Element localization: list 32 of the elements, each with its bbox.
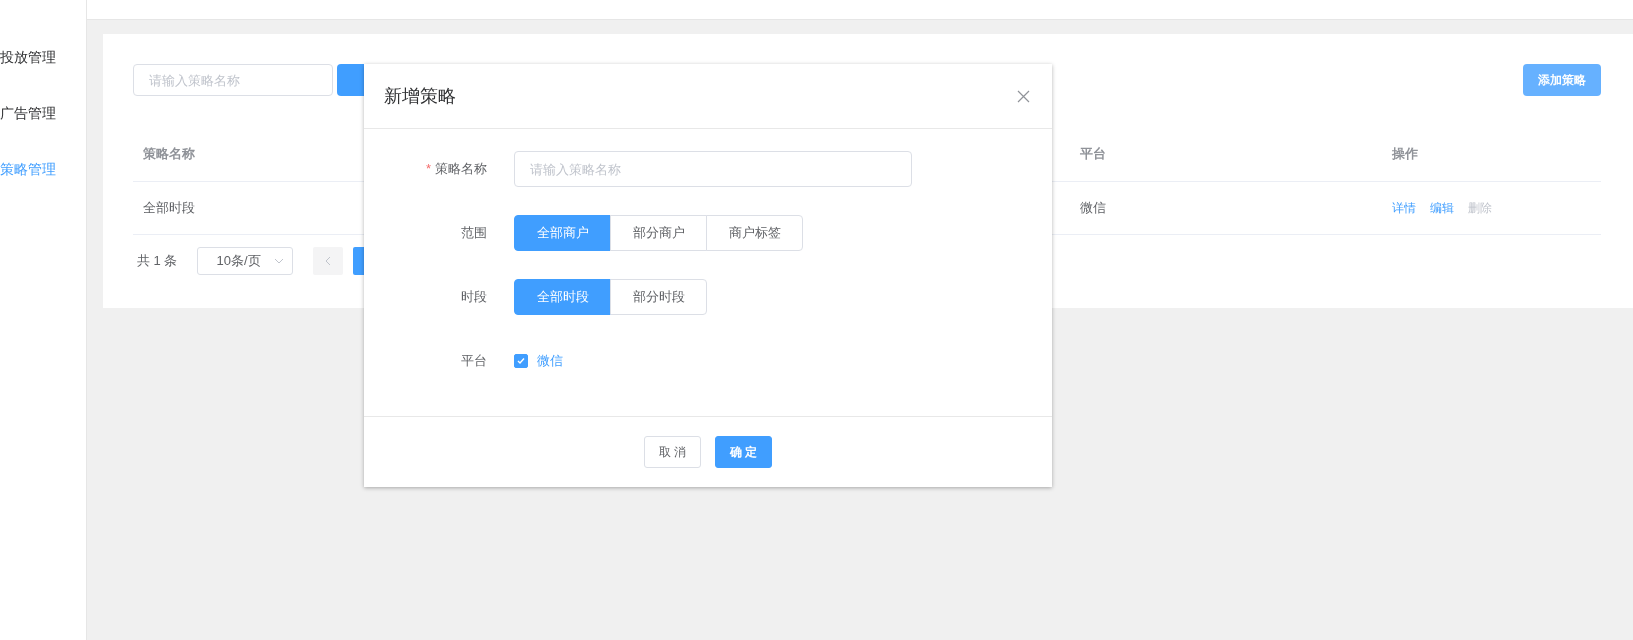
action-link[interactable]: 编辑 [1430, 199, 1454, 217]
segment-option[interactable]: 全部商户 [514, 215, 611, 251]
chevron-down-icon [274, 258, 285, 264]
column-header: 操作 [1382, 126, 1601, 182]
field-label: 时段 [460, 288, 488, 306]
segment-option[interactable]: 商户标签 [706, 215, 803, 251]
check-icon [516, 356, 526, 366]
action-link[interactable]: 详情 [1392, 199, 1416, 217]
table-cell: 全部时段 [143, 199, 195, 217]
total-count: 共 1 条 [137, 252, 178, 270]
dialog-title: 新增策略 [384, 85, 456, 108]
strategy-name-field[interactable]: 请输入策略名称 [514, 151, 912, 187]
table-cell: 微信 [1080, 199, 1106, 217]
segment-option[interactable]: 全部时段 [514, 279, 611, 315]
field-label: * 策略名称 [424, 160, 488, 178]
search-field[interactable]: 请输入策略名称 [133, 64, 333, 96]
segment-option[interactable]: 部分时段 [610, 279, 707, 315]
checkbox-label[interactable]: 微信 [537, 352, 563, 370]
confirm-button[interactable]: 确 定 [715, 436, 773, 468]
column-header: 平台 [1070, 126, 1382, 182]
sidebar-item[interactable]: 广告管理 [0, 101, 86, 125]
field-label: 平台 [460, 352, 488, 370]
add-strategy-button[interactable]: 添加策略 [1523, 64, 1601, 96]
sidebar-item[interactable]: 策略管理 [0, 157, 86, 181]
checkbox[interactable] [514, 354, 528, 368]
field-label: 范围 [460, 224, 488, 242]
cancel-button[interactable]: 取 消 [643, 436, 701, 468]
close-icon[interactable] [1017, 89, 1030, 103]
segment-option[interactable]: 部分商户 [610, 215, 707, 251]
chevron-left-icon [325, 256, 332, 266]
page-size-select[interactable]: 10条/页 [197, 247, 294, 275]
sidebar-item[interactable]: 投放管理 [0, 45, 86, 69]
